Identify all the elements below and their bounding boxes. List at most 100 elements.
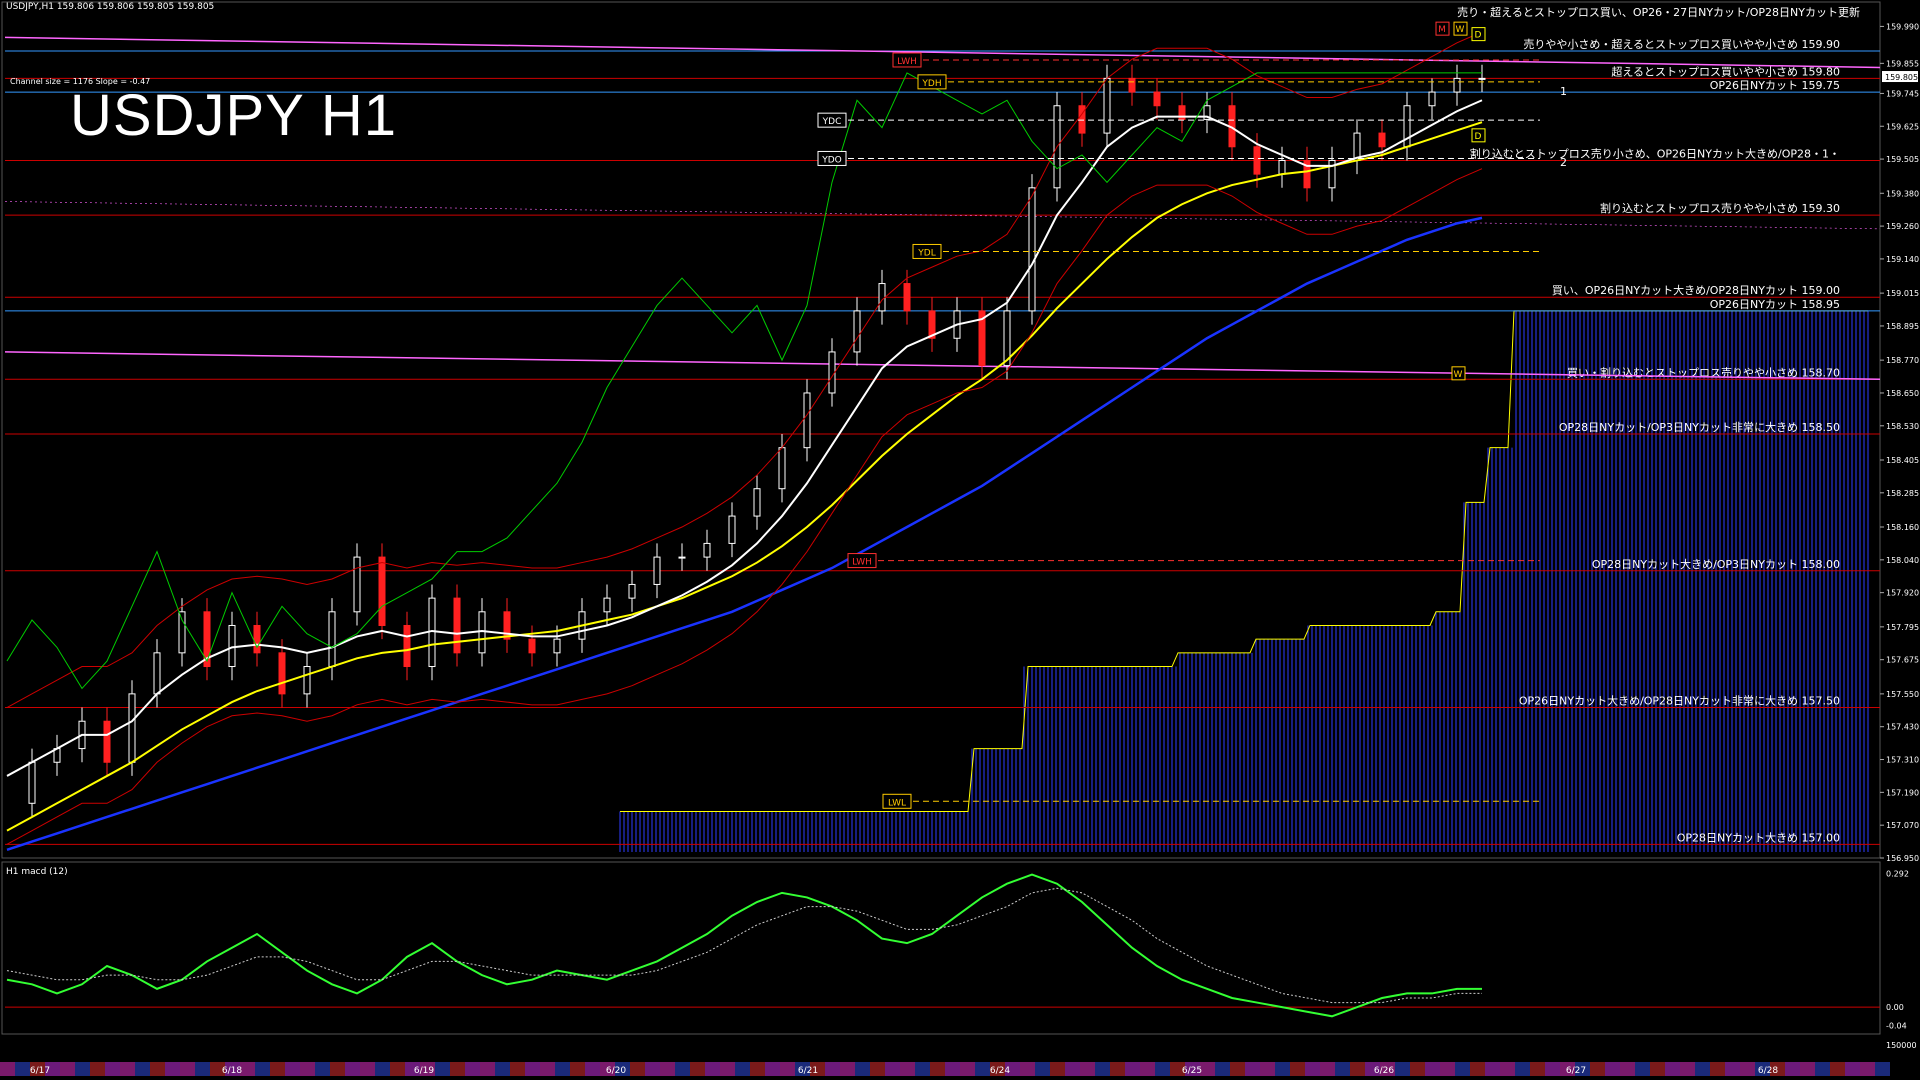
candle-body	[1028, 187, 1036, 312]
price-tag-label: 159.805	[1885, 73, 1918, 82]
candle-body	[1453, 77, 1461, 93]
date-strip-cell	[1275, 1062, 1290, 1076]
candle-body	[1278, 159, 1286, 175]
candle-body	[378, 556, 386, 626]
price-tick-label: 159.505	[1886, 155, 1919, 164]
macd-bottom-label: 150000	[1886, 1041, 1917, 1050]
mwd-badge-label: M	[1438, 25, 1446, 35]
date-strip-cell	[1245, 1062, 1260, 1076]
date-strip-cell	[1485, 1062, 1500, 1076]
ref-label: LWL	[888, 798, 906, 808]
date-label: 6/20	[606, 1066, 626, 1076]
date-strip-cell	[1545, 1062, 1560, 1076]
date-strip-cell	[90, 1062, 105, 1076]
level-label: OP28日NYカット/OP3日NYカット非常に大きめ 158.50	[1559, 420, 1840, 434]
price-tick-label: 157.550	[1886, 690, 1919, 699]
mwd-badge-label: W	[1456, 25, 1465, 35]
date-strip-cell	[1515, 1062, 1530, 1076]
date-strip-cell	[570, 1062, 585, 1076]
candle-body	[603, 597, 611, 613]
date-label: 6/28	[1758, 1066, 1778, 1076]
date-strip-cell	[720, 1062, 735, 1076]
date-strip-cell	[780, 1062, 795, 1076]
date-strip-cell	[750, 1062, 765, 1076]
level-label: 割り込むとストップロス売り小さめ、OP26日NYカット大きめ/OP28・1・	[1470, 146, 1840, 160]
date-strip-cell	[480, 1062, 495, 1076]
date-strip-cell	[1125, 1062, 1140, 1076]
candle-body	[553, 638, 561, 654]
candle-body	[803, 392, 811, 449]
macd-pane-frame	[1, 861, 1881, 1035]
candle-body	[278, 652, 286, 695]
date-strip-cell	[960, 1062, 975, 1076]
date-strip-cell	[1680, 1062, 1695, 1076]
date-strip-cell	[1710, 1062, 1725, 1076]
date-strip-cell	[1335, 1062, 1350, 1076]
candle-body	[228, 624, 236, 668]
date-strip-cell	[1635, 1062, 1650, 1076]
level-label: OP28日NYカット大きめ 157.00	[1677, 830, 1840, 844]
date-strip-cell	[735, 1062, 750, 1076]
date-strip-cell	[1350, 1062, 1365, 1076]
date-strip-cell	[1230, 1062, 1245, 1076]
price-tick-label: 157.430	[1886, 723, 1919, 732]
price-tick-label: 157.675	[1886, 656, 1919, 665]
date-strip-cell	[1050, 1062, 1065, 1076]
candle-body	[178, 611, 186, 654]
date-strip-cell	[1215, 1062, 1230, 1076]
date-strip-cell	[540, 1062, 555, 1076]
chart-title: USDJPY H1	[70, 83, 398, 148]
price-tick-label: 158.650	[1886, 389, 1919, 398]
date-strip-cell	[930, 1062, 945, 1076]
date-strip-cell	[300, 1062, 315, 1076]
candle-body	[1428, 91, 1436, 107]
date-label: 6/27	[1566, 1066, 1586, 1076]
date-label: 6/24	[990, 1066, 1010, 1076]
date-strip-cell	[1035, 1062, 1050, 1076]
date-label: 6/25	[1182, 1066, 1202, 1076]
candle-body	[853, 310, 861, 353]
chart-canvas[interactable]: 売りやや小さめ・超えるとストップロス買いやや小さめ 159.90超えるとストップ…	[0, 0, 1920, 1080]
price-tick-label: 159.015	[1886, 289, 1919, 298]
date-strip-cell	[0, 1062, 15, 1076]
date-strip-cell	[375, 1062, 390, 1076]
macd-signal-line	[6, 887, 1482, 1004]
candle-body	[1128, 77, 1136, 93]
candle-body	[753, 488, 761, 517]
price-tick-label: 159.380	[1886, 189, 1919, 198]
line-marker-1: 1	[1560, 85, 1567, 98]
date-strip-cell	[900, 1062, 915, 1076]
date-strip-cell	[150, 1062, 165, 1076]
candle-body	[353, 556, 361, 613]
price-tick-label: 158.160	[1886, 523, 1919, 532]
level-label: OP26日NYカット 159.75	[1710, 79, 1840, 92]
ref-label: YDH	[921, 79, 941, 89]
date-strip-cell	[675, 1062, 690, 1076]
date-strip-cell	[765, 1062, 780, 1076]
level-label: OP26日NYカット大きめ/OP28日NYカット非常に大きめ 157.50	[1519, 694, 1840, 708]
price-tick-label: 158.895	[1886, 322, 1919, 331]
price-tick-label: 157.920	[1886, 589, 1919, 598]
date-strip-cell	[690, 1062, 705, 1076]
ref-label: YDC	[822, 117, 842, 127]
candle-body	[1478, 77, 1486, 80]
price-tick-label: 156.950	[1886, 854, 1919, 863]
date-strip-cell	[1290, 1062, 1305, 1076]
date-strip-cell	[180, 1062, 195, 1076]
candle-body	[1078, 105, 1086, 134]
date-strip-cell	[1845, 1062, 1860, 1076]
date-strip-cell	[1155, 1062, 1170, 1076]
price-axis	[1880, 25, 1884, 859]
date-strip-cell	[1260, 1062, 1275, 1076]
macd-tick-label: 0.00	[1886, 1003, 1904, 1012]
date-strip-cell	[285, 1062, 300, 1076]
date-strip-cell	[630, 1062, 645, 1076]
level-label: 売りやや小さめ・超えるとストップロス買いやや小さめ 159.90	[1523, 37, 1840, 51]
ma-slow-line	[6, 216, 1483, 851]
ref-label: LWH	[897, 57, 917, 67]
candle-body	[153, 652, 161, 695]
date-strip-cell	[1020, 1062, 1035, 1076]
candle-body	[728, 515, 736, 544]
date-strip-cell	[345, 1062, 360, 1076]
line-marker-2: 2	[1560, 156, 1567, 169]
